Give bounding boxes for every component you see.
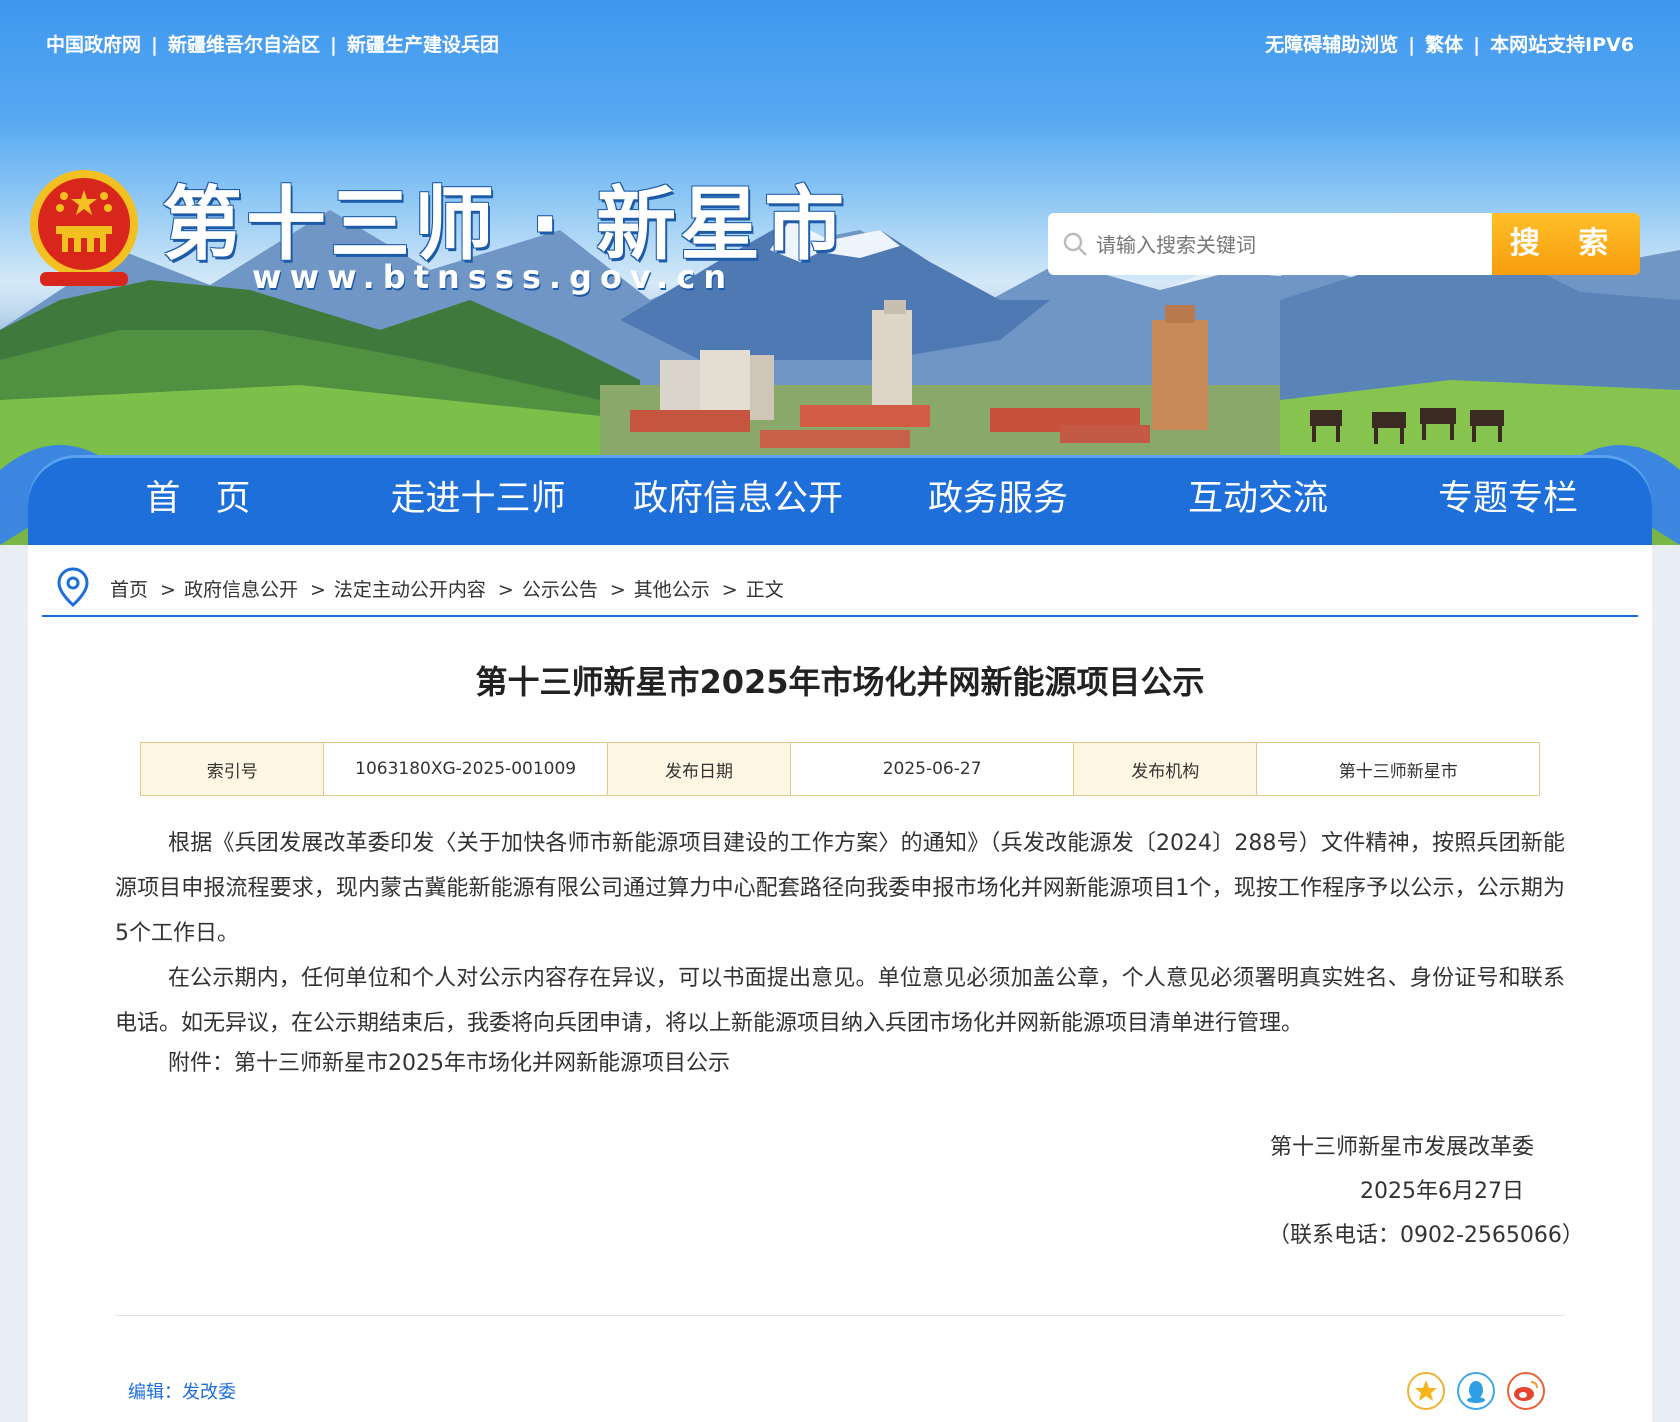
separator: | — [1473, 34, 1481, 56]
article-title: 第十三师新星市2025年市场化并网新能源项目公示 — [475, 663, 1205, 701]
attachment-line: 附件：第十三师新星市2025年市场化并网新能源项目公示 — [168, 1045, 730, 1077]
nav-item-services[interactable]: 政务服务 — [878, 455, 1118, 545]
divider — [115, 1315, 1565, 1316]
meta-date-label: 发布日期 — [606, 742, 792, 796]
breadcrumb-separator: > — [497, 579, 514, 601]
meta-org-label: 发布机构 — [1073, 742, 1258, 796]
breadcrumb-other[interactable]: 其他公示 — [634, 579, 710, 601]
article-meta-table: 索引号 1063180XG-2025-001009 发布日期 2025-06-2… — [139, 742, 1540, 796]
breadcrumb-separator: > — [609, 579, 626, 601]
top-links-left: 中国政府网 | 新疆维吾尔自治区 | 新疆生产建设兵团 — [46, 30, 499, 57]
breadcrumb-separator: > — [721, 579, 738, 601]
nav-item-interaction[interactable]: 互动交流 — [1138, 455, 1378, 545]
nav-item-gov-info[interactable]: 政府信息公开 — [598, 455, 878, 545]
nav-item-home[interactable]: 首 页 — [98, 455, 298, 545]
favorite-icon[interactable] — [1406, 1371, 1446, 1411]
site-url: www.btnsss.gov.cn — [252, 258, 735, 296]
search-bar: 搜 索 — [1048, 213, 1640, 275]
qq-icon[interactable] — [1456, 1371, 1496, 1411]
signature-date: 2025年6月27日 — [1360, 1179, 1524, 1204]
article-paragraph: 在公示期内，任何单位和个人对公示内容存在异议，可以书面提出意见。单位意见必须加盖… — [115, 966, 1565, 1036]
nav-item-about[interactable]: 走进十三师 — [358, 455, 598, 545]
editor-credit: 编辑：发改委 — [128, 1382, 236, 1403]
separator: | — [151, 34, 158, 56]
breadcrumb-current: 正文 — [745, 579, 784, 601]
link-xinjiang[interactable]: 新疆维吾尔自治区 — [168, 34, 320, 56]
nav-item-topics[interactable]: 专题专栏 — [1378, 455, 1638, 545]
top-links-bar: 中国政府网 | 新疆维吾尔自治区 | 新疆生产建设兵团 无障碍辅助浏览 | 繁体 | 本网站支持… — [46, 30, 1634, 58]
meta-index-value: 1063180XG-2025-001009 — [323, 742, 608, 796]
content-card: 首页 > 政府信息公开 > 法定主动公开内容 > 公示公告 > 其他公示 > 正文 第十三师新星市2… — [28, 545, 1652, 1422]
separator: | — [329, 34, 337, 56]
attachment-label: 附件： — [168, 1051, 235, 1076]
breadcrumb-separator: > — [160, 579, 176, 601]
meta-org-value: 第十三师新星市 — [1256, 742, 1540, 796]
link-ipv6[interactable]: 本网站支持IPV6 — [1490, 34, 1634, 56]
header-banner: 中国政府网 | 新疆维吾尔自治区 | 新疆生产建设兵团 无障碍辅助浏览 | 繁体 | 本网站支持… — [0, 0, 1680, 545]
breadcrumb-path: 首页 > 政府信息公开 > 法定主动公开内容 > 公示公告 > 其他公示 > 正文 — [110, 575, 784, 602]
search-button[interactable]: 搜 索 — [1492, 213, 1640, 275]
breadcrumb-gov-info[interactable]: 政府信息公开 — [184, 579, 298, 601]
article-paragraph: 根据《兵团发展改革委印发〈关于加快各师市新能源项目建设的工作方案〉的通知》（兵发… — [115, 831, 1565, 946]
link-accessibility[interactable]: 无障碍辅助浏览 — [1265, 34, 1398, 56]
signature-org: 第十三师新星市发展改革委 — [1270, 1135, 1535, 1160]
link-gov-cn[interactable]: 中国政府网 — [46, 34, 141, 56]
search-input[interactable] — [1094, 213, 1538, 275]
main-nav: 首 页 走进十三师 政府信息公开 政务服务 互动交流 专题专栏 — [28, 455, 1652, 545]
location-pin-icon — [57, 567, 89, 607]
meta-date-value: 2025-06-27 — [790, 742, 1075, 796]
contact-phone: （联系电话：0902-2565066） — [1268, 1223, 1584, 1248]
link-bingtuan[interactable]: 新疆生产建设兵团 — [347, 34, 499, 56]
weibo-icon[interactable] — [1506, 1371, 1546, 1411]
separator: | — [1408, 34, 1416, 56]
national-emblem-icon — [30, 170, 138, 286]
breadcrumb-statutory[interactable]: 法定主动公开内容 — [334, 579, 486, 601]
meta-index-label: 索引号 — [139, 742, 325, 796]
article-body: 根据《兵团发展改革委印发〈关于加快各师市新能源项目建设的工作方案〉的通知》（兵发… — [115, 821, 1565, 1046]
top-links-right: 无障碍辅助浏览 | 繁体 | 本网站支持IPV6 — [1265, 30, 1634, 57]
attachment-link[interactable]: 第十三师新星市2025年市场化并网新能源项目公示 — [234, 1051, 730, 1076]
breadcrumb-separator: > — [309, 579, 326, 601]
link-traditional-chinese[interactable]: 繁体 — [1425, 34, 1463, 56]
breadcrumb-home[interactable]: 首页 — [110, 579, 148, 601]
breadcrumb: 首页 > 政府信息公开 > 法定主动公开内容 > 公示公告 > 其他公示 > 正文 — [42, 565, 1638, 617]
search-icon — [1063, 232, 1087, 256]
breadcrumb-announcements[interactable]: 公示公告 — [522, 579, 598, 601]
